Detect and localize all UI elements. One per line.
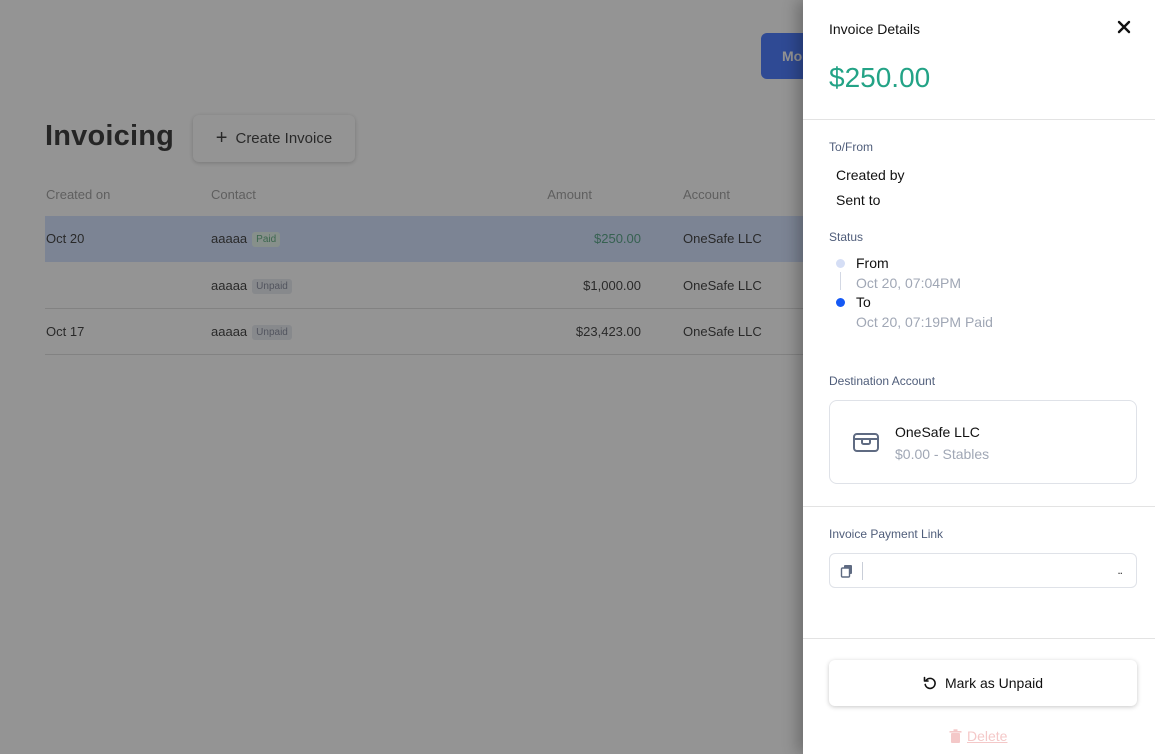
destination-account-name: OneSafe LLC [895,424,980,440]
status-step-name: To [856,294,871,310]
create-invoice-button[interactable]: + Create Invoice [193,115,355,162]
top-action-button-label: Mo [782,48,803,64]
table-row[interactable]: Oct 20 aaaaa Paid $250.00 OneSafe LLC [45,216,805,262]
sent-to-text: Sent to [836,192,881,208]
row-contact: aaaaa Paid [211,231,281,247]
row-account: OneSafe LLC [683,231,762,246]
row-amount: $23,423.00 [575,324,641,339]
mark-as-unpaid-button[interactable]: Mark as Unpaid [829,660,1137,706]
destination-account-balance: $0.00 - Stables [895,446,990,462]
row-created-on: Oct 17 [46,324,85,339]
row-contact-name: aaaaa [211,324,248,339]
status-dot-inactive [836,259,845,268]
payment-link-field[interactable]: .. [829,553,1137,588]
close-icon [1117,20,1131,34]
close-button[interactable] [1114,17,1134,37]
copy-icon[interactable] [840,564,854,578]
destination-account-card[interactable]: OneSafe LLC $0.00 - Stables [829,400,1137,484]
payment-link-value: .. [1117,563,1123,577]
drawer-title: Invoice Details [829,21,921,37]
status-dot-active [836,298,845,307]
invoice-amount: $250.00 [829,62,931,93]
page-title: Invoicing [45,120,175,152]
created-by-text: Created by [836,167,905,183]
row-contact-name: aaaaa [211,231,248,246]
delete-label: Delete [967,728,1008,744]
row-amount: $250.00 [594,231,641,246]
trash-icon [949,728,962,743]
status-connector [840,272,841,290]
wallet-icon [853,433,879,452]
row-created-on: Oct 20 [46,231,85,246]
mark-as-unpaid-label: Mark as Unpaid [944,675,1044,691]
to-from-label: To/From [829,140,874,154]
row-account: OneSafe LLC [683,278,762,293]
delete-button[interactable]: Delete [949,728,1007,744]
destination-account-label: Destination Account [829,374,936,388]
row-amount: $1,000.00 [583,278,641,293]
row-contact-name: aaaaa [211,278,248,293]
table-row[interactable]: aaaaa Unpaid $1,000.00 OneSafe LLC [45,263,805,309]
divider [803,638,1155,639]
link-separator [862,562,863,580]
row-contact: aaaaa Unpaid [211,278,292,294]
status-step-name: From [856,255,889,271]
row-account: OneSafe LLC [683,324,762,339]
status-step-time: Oct 20, 07:19PM Paid [856,314,993,330]
status-badge: Unpaid [252,325,292,340]
status-badge: Unpaid [252,279,292,294]
header-amount[interactable]: Amount [547,187,592,202]
row-contact: aaaaa Unpaid [211,324,292,340]
payment-link-label: Invoice Payment Link [829,527,944,541]
header-contact[interactable]: Contact [211,187,256,202]
table-row[interactable]: Oct 17 aaaaa Unpaid $23,423.00 OneSafe LL… [45,309,805,355]
header-created-on[interactable]: Created on [46,187,110,202]
invoice-details-drawer: Invoice Details $250.00 To/From Created … [803,0,1155,754]
status-step-time: Oct 20, 07:04PM [856,275,962,291]
create-invoice-label: Create Invoice [235,130,333,147]
header-account[interactable]: Account [683,187,730,202]
undo-icon [923,676,936,690]
divider [803,119,1155,120]
status-badge: Paid [252,232,281,247]
status-label: Status [829,230,864,244]
plus-icon: + [215,126,228,149]
divider [803,506,1155,507]
